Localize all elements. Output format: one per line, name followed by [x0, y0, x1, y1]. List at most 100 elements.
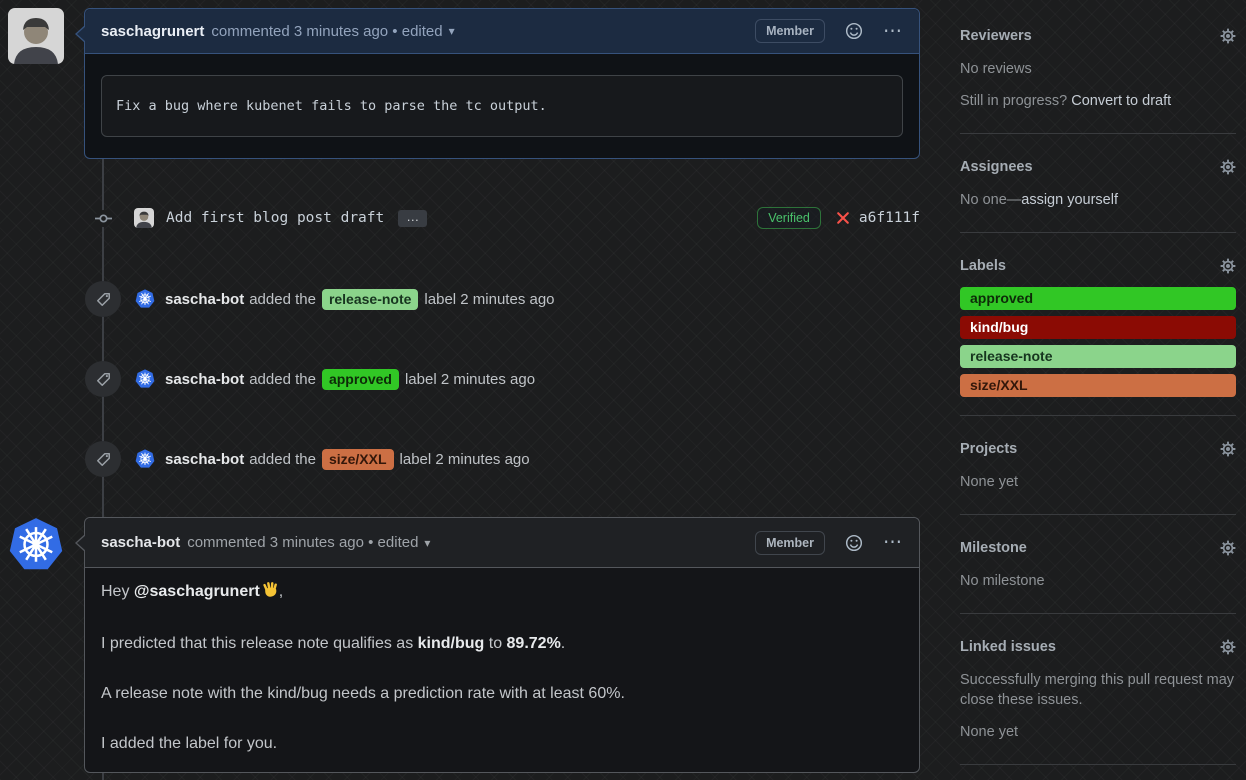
gear-icon: [1220, 441, 1236, 457]
bot-avatar[interactable]: [135, 369, 155, 389]
comment-meta: commented 3 minutes ago • edited: [211, 23, 442, 40]
linked-issues-empty-text: None yet: [960, 722, 1236, 742]
comment-caret: [77, 535, 86, 551]
assignees-settings-button[interactable]: [1220, 159, 1236, 175]
comment-saschagrunert: saschagrunert commented 3 minutes ago • …: [84, 8, 920, 159]
sidebar-section-milestone: Milestone No milestone: [960, 540, 1236, 591]
user-mention[interactable]: @saschagrunert: [134, 583, 260, 600]
tag-icon: [85, 281, 121, 317]
sidebar-divider: [960, 764, 1236, 765]
kubernetes-logo-icon: [135, 449, 155, 469]
bot-avatar[interactable]: [135, 449, 155, 469]
event-actor[interactable]: sascha-bot: [165, 291, 244, 308]
comment-meta: commented 3 minutes ago • edited: [187, 534, 418, 551]
kebab-menu-button[interactable]: ⋯: [883, 20, 903, 43]
milestone-empty-text: No milestone: [960, 571, 1236, 591]
commit-expand-button[interactable]: …: [398, 210, 427, 227]
sidebar-label-approved[interactable]: approved: [960, 287, 1236, 310]
event-actor[interactable]: sascha-bot: [165, 451, 244, 468]
code-block: Fix a bug where kubenet fails to parse t…: [101, 75, 903, 137]
sidebar-divider: [960, 133, 1236, 134]
gear-icon: [1220, 639, 1236, 655]
convert-to-draft-hint: Still in progress? Convert to draft: [960, 91, 1236, 111]
add-reaction-button[interactable]: [845, 534, 863, 552]
comment-author[interactable]: saschagrunert: [101, 23, 204, 40]
milestone-title: Milestone: [960, 540, 1027, 556]
reviewers-settings-button[interactable]: [1220, 28, 1236, 44]
edited-dropdown-icon[interactable]: ▾: [424, 536, 430, 550]
commit-message[interactable]: Add first blog post draft: [166, 210, 384, 226]
avatar[interactable]: [134, 208, 154, 228]
sidebar-section-projects: Projects None yet: [960, 441, 1236, 492]
user-photo: [8, 8, 64, 64]
gear-icon: [1220, 540, 1236, 556]
rule-paragraph: A release note with the kind/bug needs a…: [101, 682, 903, 706]
pull-request-conversation-page: saschagrunert commented 3 minutes ago • …: [0, 0, 1246, 780]
status-failure-x-icon[interactable]: [835, 210, 851, 226]
gear-icon: [1220, 159, 1236, 175]
comment-caret: [77, 26, 86, 42]
linked-issues-settings-button[interactable]: [1220, 639, 1236, 655]
reviewers-title: Reviewers: [960, 28, 1032, 44]
avatar[interactable]: [8, 8, 64, 64]
linked-issues-title: Linked issues: [960, 639, 1056, 655]
kubernetes-logo-icon: [135, 369, 155, 389]
wave-emoji-icon: [262, 581, 279, 606]
sidebar-label-size-xxl[interactable]: size/XXL: [960, 374, 1236, 397]
sidebar-label-release-note[interactable]: release-note: [960, 345, 1236, 368]
commit-icon: [95, 210, 112, 227]
commit-hash-link[interactable]: a6f111f: [859, 210, 920, 226]
gear-icon: [1220, 28, 1236, 44]
event-action: added the: [249, 291, 316, 308]
bot-avatar[interactable]: [8, 517, 64, 573]
gear-icon: [1220, 258, 1236, 274]
comment-sascha-bot: sascha-bot commented 3 minutes ago • edi…: [84, 517, 920, 773]
verified-badge[interactable]: Verified: [757, 207, 821, 229]
sidebar-divider: [960, 514, 1236, 515]
sidebar-section-reviewers: Reviewers No reviews Still in progress? …: [960, 28, 1236, 111]
reviewers-empty-text: No reviews: [960, 59, 1236, 79]
kubernetes-logo-icon: [135, 289, 155, 309]
label-pill[interactable]: release-note: [322, 289, 418, 310]
member-badge[interactable]: Member: [755, 19, 825, 43]
projects-title: Projects: [960, 441, 1017, 457]
bot-avatar[interactable]: [135, 289, 155, 309]
sidebar: Reviewers No reviews Still in progress? …: [960, 0, 1236, 780]
sidebar-divider: [960, 232, 1236, 233]
event-action: added the: [249, 451, 316, 468]
projects-empty-text: None yet: [960, 472, 1236, 492]
label-pill[interactable]: approved: [322, 369, 399, 390]
label-pill[interactable]: size/XXL: [322, 449, 394, 470]
smiley-icon: [845, 22, 863, 40]
labels-title: Labels: [960, 258, 1006, 274]
tag-icon: [85, 361, 121, 397]
comment-body: Hey @saschagrunert, I predicted that thi…: [85, 568, 919, 772]
tag-icon: [85, 441, 121, 477]
smiley-icon: [845, 534, 863, 552]
sidebar-label-kind-bug[interactable]: kind/bug: [960, 316, 1236, 339]
comment-author[interactable]: sascha-bot: [101, 534, 180, 551]
projects-settings-button[interactable]: [1220, 441, 1236, 457]
add-reaction-button[interactable]: [845, 22, 863, 40]
timeline-line: [102, 773, 104, 780]
labels-settings-button[interactable]: [1220, 258, 1236, 274]
assignees-title: Assignees: [960, 159, 1033, 175]
event-actor[interactable]: sascha-bot: [165, 371, 244, 388]
label-event-row: sascha-bot added the size/XXL label 2 mi…: [84, 441, 920, 477]
kebab-menu-button[interactable]: ⋯: [883, 531, 903, 554]
member-badge[interactable]: Member: [755, 531, 825, 555]
user-photo: [134, 208, 154, 228]
assignees-empty-text: No one—assign yourself: [960, 190, 1236, 210]
comment-header: saschagrunert commented 3 minutes ago • …: [85, 9, 919, 54]
comment-header: sascha-bot commented 3 minutes ago • edi…: [85, 518, 919, 568]
sidebar-section-labels: Labels approved kind/bug release-note si…: [960, 258, 1236, 397]
assign-yourself-link[interactable]: assign yourself: [1021, 192, 1118, 208]
event-time: label 2 minutes ago: [424, 291, 554, 308]
milestone-settings-button[interactable]: [1220, 540, 1236, 556]
sidebar-divider: [960, 415, 1236, 416]
commit-row: Add first blog post draft … Verified a6f…: [84, 202, 920, 234]
event-time: label 2 minutes ago: [405, 371, 535, 388]
edited-dropdown-icon[interactable]: ▾: [449, 24, 455, 38]
convert-to-draft-link[interactable]: Convert to draft: [1071, 93, 1171, 109]
label-event-row: sascha-bot added the release-note label …: [84, 281, 920, 317]
